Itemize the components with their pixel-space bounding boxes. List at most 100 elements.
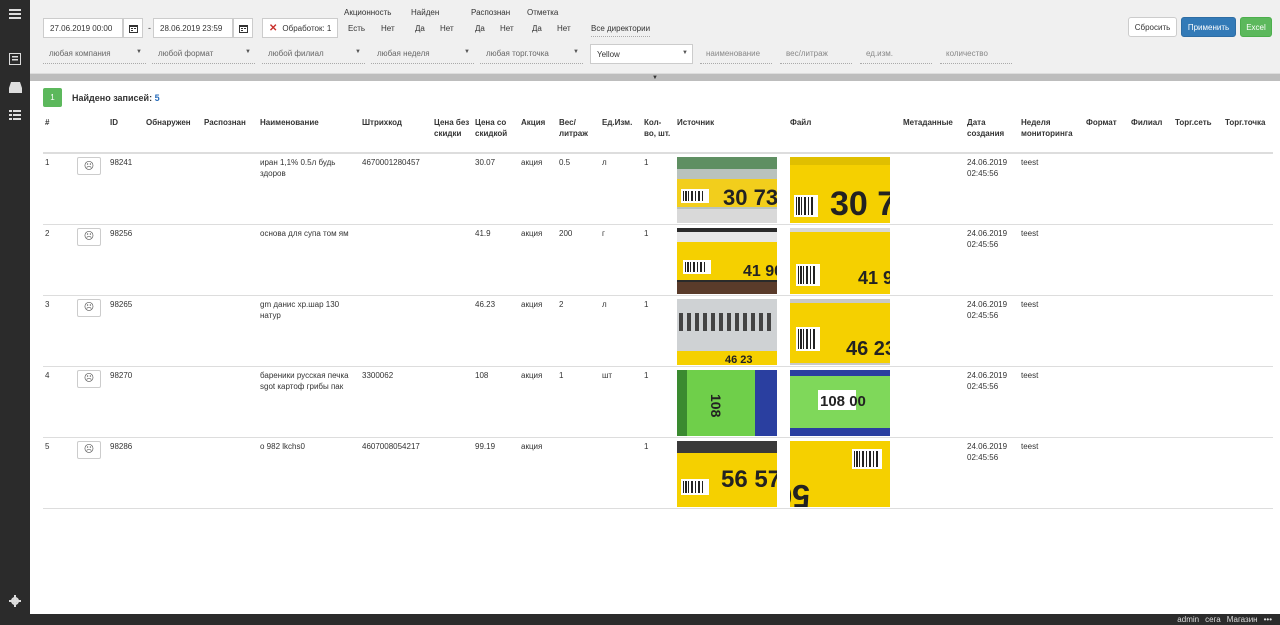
name-field[interactable]: наименование <box>700 44 772 64</box>
row-created-date: 24.06.2019 02:45:56 <box>965 437 1019 509</box>
face-icon[interactable]: ☹ <box>77 157 101 175</box>
apply-button[interactable]: Применить <box>1181 17 1236 37</box>
col-header[interactable]: Обнаружен <box>144 114 202 154</box>
col-header[interactable]: Вес/ литраж <box>557 114 600 154</box>
excel-button[interactable]: Excel <box>1240 17 1272 37</box>
col-header[interactable]: Источник <box>675 114 788 154</box>
all-directories-link[interactable]: Все директории <box>591 24 651 37</box>
col-header[interactable]: Ед.Изм. <box>600 114 642 154</box>
collapse-filters-toggle[interactable]: ▼ <box>30 74 1280 81</box>
weight-field[interactable]: вес/литраж <box>780 44 852 64</box>
promo-yes-option[interactable]: Есть <box>348 24 365 33</box>
file-image[interactable]: 108 00 <box>790 369 890 436</box>
col-header[interactable]: Кол-во, шт. <box>642 114 675 154</box>
col-header[interactable]: Торг.сеть <box>1173 114 1223 154</box>
row-barcode: 3300062 <box>360 366 432 438</box>
price-tag-text: 41 90 <box>858 268 890 288</box>
promo-no-option[interactable]: Нет <box>381 24 395 33</box>
price-tag-text: 56 <box>790 478 810 507</box>
close-icon[interactable]: ✕ <box>269 23 277 34</box>
file-image[interactable]: 30 7 <box>790 157 890 223</box>
col-header[interactable]: Торг.точка <box>1223 114 1273 154</box>
col-header[interactable]: Цена со скидкой <box>473 114 519 154</box>
col-header[interactable]: Штрихкод <box>360 114 432 154</box>
table-row[interactable]: 1 ☹ 98241 иран 1,1% 0.5л будь здоров 467… <box>43 153 1273 225</box>
row-qty: 1 <box>642 295 675 367</box>
row-price-discount: 30.07 <box>473 153 519 225</box>
week-select[interactable]: любая неделя ▼ <box>371 44 474 64</box>
mark-no-option[interactable]: Нет <box>557 24 571 33</box>
date-to-field[interactable]: 28.06.2019 23:59 <box>153 18 233 38</box>
file-image[interactable]: 46 23 <box>790 298 890 365</box>
status-bar: admin сега Магазин ••• <box>0 614 1280 625</box>
source-image[interactable]: 46 23 <box>677 298 777 365</box>
company-select[interactable]: любая компания ▼ <box>43 44 146 64</box>
col-header[interactable]: Неделя мониторинга <box>1019 114 1084 154</box>
face-icon[interactable]: ☹ <box>77 227 101 246</box>
row-price-discount: 46.23 <box>473 295 519 367</box>
col-header[interactable]: ID <box>108 114 144 154</box>
face-icon[interactable]: ☹ <box>77 369 101 388</box>
col-header[interactable]: Акция <box>519 114 557 154</box>
sidebar-item-table[interactable] <box>0 101 30 129</box>
table-row[interactable]: 5 ☹ 98286 о 982 lkchs0 4607008054217 99.… <box>43 437 1273 509</box>
col-header[interactable]: Цена без скидки <box>432 114 473 154</box>
found-yes-option[interactable]: Да <box>415 24 425 33</box>
face-icon[interactable]: ☹ <box>77 440 101 459</box>
page-badge[interactable]: 1 <box>43 88 62 107</box>
sidebar-item-list[interactable] <box>0 45 30 73</box>
calendar-to-button[interactable] <box>233 18 253 38</box>
source-image[interactable]: 30 73 <box>677 157 777 223</box>
table-row[interactable]: 2 ☹ 98256 основа для супа том ям 41.9 ак… <box>43 224 1273 296</box>
row-created-date: 24.06.2019 02:45:56 <box>965 366 1019 438</box>
branch-select[interactable]: любой филиал ▼ <box>262 44 365 64</box>
unit-field[interactable]: ед.изм. <box>860 44 932 64</box>
col-header[interactable]: # <box>43 114 71 154</box>
col-header[interactable]: Формат <box>1084 114 1129 154</box>
more-icon[interactable]: ••• <box>1264 615 1272 624</box>
calendar-from-button[interactable] <box>123 18 143 38</box>
quantity-field[interactable]: количество <box>940 44 1012 64</box>
col-header[interactable]: Наименование <box>258 114 360 154</box>
status-user[interactable]: admin <box>1177 615 1199 624</box>
processed-filter[interactable]: ✕ Обработок: 1 <box>262 18 338 38</box>
mark-yes-option[interactable]: Да <box>532 24 542 33</box>
row-chain <box>1173 366 1223 438</box>
caret-down-icon: ▼ <box>355 49 361 55</box>
col-header[interactable]: Дата создания <box>965 114 1019 154</box>
table-row[interactable]: 3 ☹ 98265 gm данис хр.шар 130 натур 46.2… <box>43 295 1273 367</box>
caret-down-icon: ▼ <box>652 74 658 81</box>
row-detected <box>144 366 202 438</box>
recognized-no-option[interactable]: Нет <box>500 24 514 33</box>
settings-button[interactable] <box>0 588 30 614</box>
row-metadata <box>901 366 965 438</box>
row-id: 98286 <box>108 437 144 509</box>
face-cell: ☹ <box>71 366 108 438</box>
source-image[interactable]: 41 90 <box>677 227 777 294</box>
col-header[interactable]: Распознан <box>202 114 258 154</box>
col-header[interactable]: Филиал <box>1129 114 1173 154</box>
col-header[interactable]: Файл <box>788 114 901 154</box>
row-qty: 1 <box>642 437 675 509</box>
source-image[interactable]: 108 <box>677 369 777 436</box>
status-org[interactable]: сега <box>1205 615 1221 624</box>
found-no-option[interactable]: Нет <box>440 24 454 33</box>
store-select[interactable]: любая торг.точка ▼ <box>480 44 583 64</box>
row-store <box>1223 295 1273 367</box>
reset-button[interactable]: Сбросить <box>1128 17 1177 37</box>
menu-icon[interactable] <box>0 0 30 28</box>
row-name: основа для супа том ям <box>258 224 360 296</box>
file-image[interactable]: 56 <box>790 440 890 507</box>
file-cell: 108 00 <box>788 366 901 438</box>
face-icon[interactable]: ☹ <box>77 298 101 317</box>
file-image[interactable]: 41 90 <box>790 227 890 294</box>
date-from-field[interactable]: 27.06.2019 00:00 <box>43 18 123 38</box>
col-header[interactable]: Метаданные <box>901 114 965 154</box>
color-select[interactable]: Yellow ▼ <box>590 44 693 64</box>
recognized-yes-option[interactable]: Да <box>475 24 485 33</box>
status-section[interactable]: Магазин <box>1227 615 1258 624</box>
source-image[interactable]: 56 57 <box>677 440 777 507</box>
table-row[interactable]: 4 ☹ 98270 бареники русская печка sgot ка… <box>43 366 1273 438</box>
format-select[interactable]: любой формат ▼ <box>152 44 255 64</box>
sidebar-item-inbox[interactable] <box>0 73 30 101</box>
